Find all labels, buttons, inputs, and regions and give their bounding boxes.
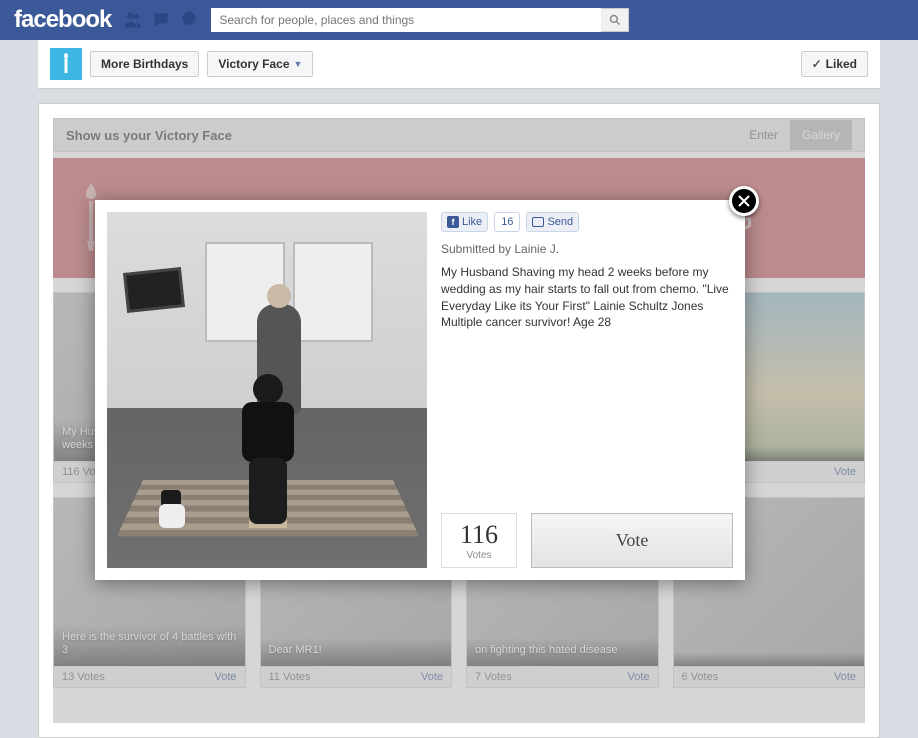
close-icon [738, 195, 750, 207]
submitted-by-text: Submitted by Lainie J. [441, 242, 733, 256]
victory-face-dropdown[interactable]: Victory Face ▼ [207, 51, 313, 77]
check-icon: ✓ [812, 57, 822, 71]
fb-like-button[interactable]: f Like [441, 212, 488, 232]
like-label: Like [462, 216, 482, 228]
entry-details: f Like 16 Send Submitted by Lainie J. My… [441, 212, 733, 568]
facebook-top-nav: facebook [0, 0, 918, 40]
facebook-f-icon: f [447, 216, 459, 228]
vote-row: 116 Votes Vote [441, 513, 733, 568]
nav-icon-group [121, 8, 201, 32]
liked-button[interactable]: ✓ Liked [801, 51, 868, 77]
search-input[interactable] [211, 8, 601, 32]
fb-send-button[interactable]: Send [526, 212, 579, 232]
liked-label: Liked [826, 57, 857, 71]
more-birthdays-label: More Birthdays [101, 57, 188, 71]
speech-bubble-icon [532, 217, 544, 227]
fb-like-count: 16 [494, 212, 520, 232]
facebook-logo[interactable]: facebook [14, 6, 111, 34]
more-birthdays-button[interactable]: More Birthdays [90, 51, 199, 77]
victory-face-label: Victory Face [218, 57, 289, 71]
page-header-strip: More Birthdays Victory Face ▼ ✓ Liked [38, 40, 880, 89]
close-button[interactable] [729, 186, 759, 216]
send-label: Send [547, 216, 573, 228]
search-bar [211, 8, 629, 32]
fb-social-actions: f Like 16 Send [441, 212, 733, 232]
vote-count-number: 116 [460, 520, 498, 550]
vote-button[interactable]: Vote [531, 513, 733, 568]
search-button[interactable] [601, 8, 629, 32]
candle-icon [59, 53, 73, 75]
notifications-icon[interactable] [177, 8, 201, 32]
friend-requests-icon[interactable] [121, 8, 145, 32]
vote-count-label: Votes [460, 550, 498, 561]
vote-count-box: 116 Votes [441, 513, 517, 568]
entry-photo [107, 212, 427, 568]
page-avatar[interactable] [50, 48, 82, 80]
entry-modal: f Like 16 Send Submitted by Lainie J. My… [95, 200, 745, 580]
messages-icon[interactable] [149, 8, 173, 32]
entry-description: My Husband Shaving my head 2 weeks befor… [441, 264, 733, 331]
search-icon [609, 14, 621, 26]
chevron-down-icon: ▼ [294, 59, 303, 69]
